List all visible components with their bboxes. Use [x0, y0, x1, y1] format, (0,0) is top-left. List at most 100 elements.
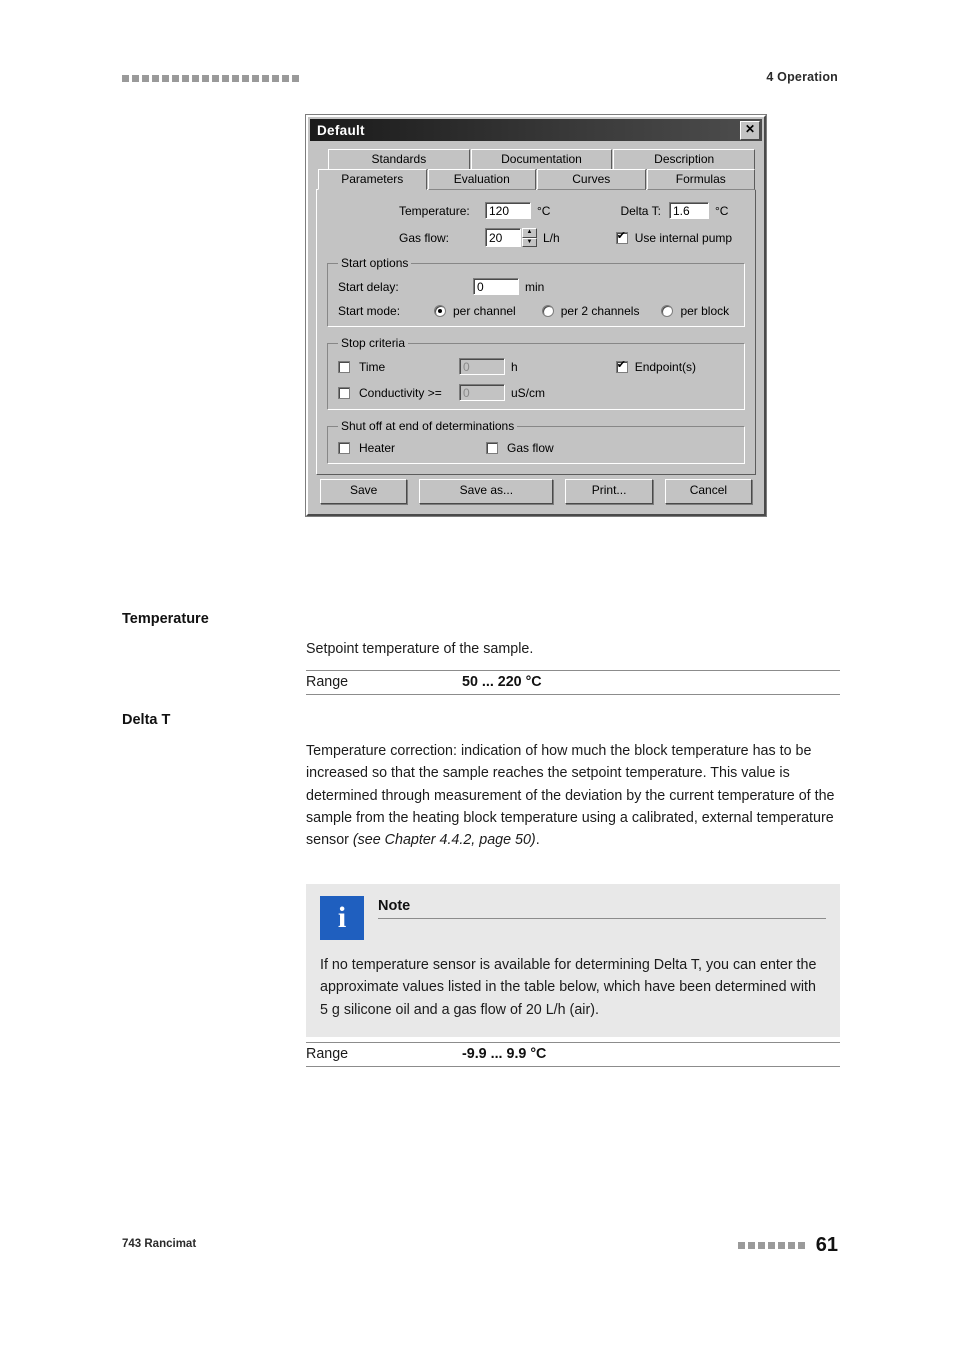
gas-flow-unit: L/h	[543, 230, 560, 245]
stop-criteria-group: Stop criteria Time 0 h Endpoint(s) Condu…	[327, 336, 745, 410]
tab-parameters[interactable]: Parameters	[318, 169, 427, 190]
stop-conductivity-row: Conductivity >= 0 uS/cm	[338, 384, 734, 401]
default-settings-dialog: Default ✕ Standards Documentation Descri…	[306, 115, 766, 516]
tab-standards[interactable]: Standards	[328, 149, 470, 170]
endpoints-label: Endpoint(s)	[634, 359, 697, 374]
shutoff-group: Shut off at end of determinations Heater…	[327, 419, 745, 464]
shutoff-row: Heater Gas flow	[338, 441, 734, 455]
stop-criteria-legend: Stop criteria	[341, 336, 406, 350]
tab-row-upper: Standards Documentation Description	[328, 149, 756, 170]
parameters-panel: Temperature: 120 °C Delta T: 1.6 °C Gas …	[316, 189, 756, 475]
temperature-unit: °C	[537, 203, 551, 218]
footer-document-title: 743 Rancimat	[122, 1238, 197, 1250]
header-dot-decoration	[122, 70, 838, 86]
start-mode-option-per-block[interactable]: per block	[661, 304, 729, 318]
use-internal-pump-checkbox-row[interactable]: Use internal pump	[615, 230, 733, 245]
gas-flow-spin-buttons[interactable]: ▲ ▼	[522, 228, 537, 247]
tab-formulas[interactable]: Formulas	[646, 169, 755, 190]
time-input[interactable]: 0	[459, 358, 505, 375]
dialog-body: Standards Documentation Description Para…	[308, 143, 764, 514]
tab-row-lower: Parameters Evaluation Curves Formulas	[318, 169, 756, 190]
temperature-description: Setpoint temperature of the sample.	[306, 641, 534, 657]
heater-checkbox[interactable]	[338, 442, 350, 454]
tab-documentation[interactable]: Documentation	[470, 149, 613, 170]
gas-flow-row: Gas flow: 20 ▲ ▼ L/h Use internal pump	[327, 228, 745, 247]
delta-t-unit: °C	[714, 203, 729, 218]
heater-checkbox-row[interactable]: Heater	[338, 441, 486, 455]
endpoints-checkbox-row[interactable]: Endpoint(s)	[615, 359, 697, 374]
temperature-range-value: 50 ... 220 °C	[462, 674, 542, 690]
spin-down-icon[interactable]: ▼	[522, 237, 537, 247]
note-title: Note	[378, 898, 411, 914]
tab-curves[interactable]: Curves	[537, 169, 646, 190]
time-label: Time	[359, 359, 386, 374]
endpoints-checkbox[interactable]	[615, 359, 628, 373]
temperature-range-row: Range 50 ... 220 °C	[306, 670, 840, 695]
delta-t-range-row: Range -9.9 ... 9.9 °C	[306, 1042, 840, 1067]
header-chapter-label: 4 Operation	[766, 70, 838, 84]
conductivity-checkbox[interactable]	[338, 386, 350, 399]
radio-per-2-channels[interactable]	[541, 305, 554, 317]
note-divider	[378, 918, 826, 919]
heater-label: Heater	[359, 441, 396, 455]
delta-t-input[interactable]: 1.6	[668, 202, 709, 219]
cancel-button[interactable]: Cancel	[664, 479, 753, 504]
print-button[interactable]: Print...	[565, 479, 653, 504]
info-icon-glyph: i	[337, 901, 347, 934]
shutoff-gas-flow-label: Gas flow	[507, 441, 554, 455]
use-internal-pump-checkbox[interactable]	[615, 230, 628, 244]
start-options-legend: Start options	[341, 256, 409, 270]
radio-per-2-channels-label: per 2 channels	[560, 304, 640, 318]
start-mode-option-per-2-channels[interactable]: per 2 channels	[541, 304, 640, 318]
radio-per-block[interactable]	[661, 305, 674, 317]
footer-page: 61	[737, 1234, 838, 1257]
page-header: 4 Operation	[122, 70, 838, 86]
gas-flow-stepper[interactable]: 20 ▲ ▼	[485, 228, 537, 247]
page-number: 61	[815, 1234, 838, 1256]
gas-flow-input[interactable]: 20	[485, 228, 521, 247]
close-icon[interactable]: ✕	[740, 120, 760, 140]
tab-evaluation[interactable]: Evaluation	[427, 169, 536, 190]
delta-t-range-key: Range	[306, 1046, 349, 1062]
stop-time-row: Time 0 h Endpoint(s)	[338, 358, 734, 375]
radio-per-channel[interactable]	[434, 305, 446, 317]
time-unit: h	[511, 359, 518, 374]
note-text: If no temperature sensor is available fo…	[320, 957, 817, 1018]
gas-flow-label: Gas flow:	[399, 230, 450, 245]
delta-t-description: Temperature correction: indication of ho…	[306, 740, 840, 851]
note-header: i Note	[320, 896, 826, 940]
info-icon: i	[320, 896, 364, 940]
use-internal-pump-label: Use internal pump	[634, 230, 733, 245]
start-mode-label: Start mode:	[338, 304, 401, 318]
delta-t-range-value: -9.9 ... 9.9 °C	[462, 1046, 547, 1062]
conductivity-input[interactable]: 0	[459, 384, 505, 401]
tab-description[interactable]: Description	[613, 149, 756, 170]
delta-t-description-period: .	[535, 832, 540, 849]
start-delay-row: Start delay: 0 min	[338, 278, 734, 295]
start-delay-input[interactable]: 0	[473, 278, 519, 295]
spin-up-icon[interactable]: ▲	[522, 228, 537, 238]
start-options-group: Start options Start delay: 0 min Start m…	[327, 256, 745, 327]
conductivity-label: Conductivity >=	[359, 385, 442, 400]
shutoff-legend: Shut off at end of determinations	[341, 419, 515, 433]
save-as-button[interactable]: Save as...	[419, 479, 554, 504]
temperature-input[interactable]: 120	[485, 202, 531, 219]
save-button[interactable]: Save	[320, 479, 408, 504]
start-mode-option-per-channel[interactable]: per channel	[434, 304, 516, 318]
shutoff-gas-flow-checkbox-row[interactable]: Gas flow	[486, 441, 554, 455]
temperature-row: Temperature: 120 °C Delta T: 1.6 °C	[327, 202, 745, 219]
temperature-label: Temperature:	[399, 203, 470, 218]
dialog-button-row: Save Save as... Print... Cancel	[316, 479, 756, 504]
footer-dot-decoration	[737, 1238, 805, 1254]
delta-t-description-reference: (see Chapter 4.4.2, page 50)	[352, 832, 536, 849]
radio-per-block-label: per block	[680, 304, 730, 318]
delta-t-label: Delta T:	[620, 203, 661, 218]
heading-temperature: Temperature	[122, 611, 209, 627]
time-checkbox[interactable]	[338, 360, 350, 373]
shutoff-gas-flow-checkbox[interactable]	[486, 442, 498, 454]
start-mode-row: Start mode: per channel per 2 channels p…	[338, 304, 734, 318]
start-delay-label: Start delay:	[338, 279, 399, 294]
start-delay-unit: min	[525, 279, 545, 294]
dialog-titlebar: Default ✕	[310, 119, 762, 141]
dialog-title: Default	[317, 122, 365, 138]
